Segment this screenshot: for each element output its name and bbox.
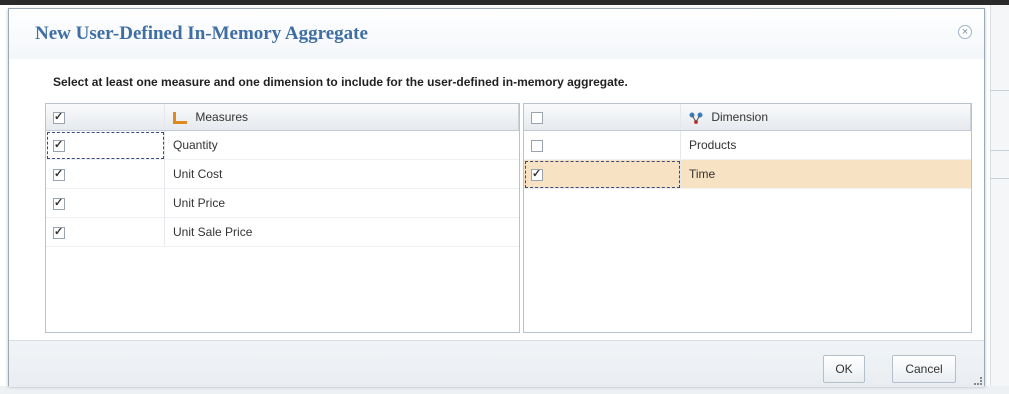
measure-checkbox[interactable] xyxy=(53,138,65,152)
dimension-icon xyxy=(689,112,703,124)
measures-select-all-checkbox[interactable] xyxy=(53,110,65,124)
dimension-label: Products xyxy=(689,138,737,152)
dimensions-table: Dimension Products Time xyxy=(524,104,971,189)
measure-row[interactable]: Unit Cost xyxy=(46,159,519,189)
measure-label-cell[interactable]: Quantity xyxy=(164,130,519,160)
measure-label: Unit Cost xyxy=(173,167,223,181)
measure-row[interactable]: Unit Sale Price xyxy=(46,217,519,247)
measure-checkbox-cell[interactable] xyxy=(46,188,165,218)
background-top-bar xyxy=(0,0,1009,5)
ok-button[interactable]: OK xyxy=(823,355,865,383)
dialog-footer: OK Cancel xyxy=(9,340,984,387)
dialog-title: New User-Defined In-Memory Aggregate xyxy=(35,23,368,44)
measure-label-cell[interactable]: Unit Sale Price xyxy=(164,217,519,247)
cancel-button[interactable]: Cancel xyxy=(892,355,956,383)
measures-header-label: Measures xyxy=(195,110,249,124)
dimension-label: Time xyxy=(689,167,716,181)
measures-icon xyxy=(173,111,187,124)
dimension-label-cell[interactable]: Products xyxy=(680,130,971,160)
dimensions-panel: Dimension Products Time xyxy=(523,103,972,333)
dimension-row[interactable]: Products xyxy=(524,130,971,160)
aggregate-dialog: New User-Defined In-Memory Aggregate × S… xyxy=(8,8,985,387)
measure-label: Quantity xyxy=(173,138,218,152)
measure-checkbox[interactable] xyxy=(53,225,65,239)
dimension-label-cell[interactable]: Time xyxy=(680,159,971,189)
measure-checkbox[interactable] xyxy=(53,167,65,181)
dimensions-select-all-checkbox[interactable] xyxy=(531,111,543,124)
measure-label: Unit Price xyxy=(173,196,226,210)
dimension-checkbox-cell[interactable] xyxy=(524,130,681,160)
dimension-checkbox[interactable] xyxy=(531,167,543,181)
measures-header-row: Measures xyxy=(46,104,519,131)
dimension-checkbox[interactable] xyxy=(531,139,543,152)
measures-column-header[interactable]: Measures xyxy=(164,104,519,131)
dialog-titlebar: New User-Defined In-Memory Aggregate × xyxy=(9,9,984,59)
measure-checkbox-cell[interactable] xyxy=(46,217,165,247)
measure-row[interactable]: Quantity xyxy=(46,130,519,160)
dimension-checkbox-cell[interactable] xyxy=(524,159,681,189)
measure-checkbox-cell[interactable] xyxy=(46,159,165,189)
measure-checkbox[interactable] xyxy=(53,196,65,210)
dimensions-select-all-cell[interactable] xyxy=(524,104,681,131)
measures-panel: Measures Quantity Unit Cost Unit Price xyxy=(45,103,520,333)
background-divider xyxy=(990,90,1009,91)
measure-label-cell[interactable]: Unit Cost xyxy=(164,159,519,189)
measure-checkbox-cell[interactable] xyxy=(46,130,165,160)
measures-table: Measures Quantity Unit Cost Unit Price xyxy=(46,104,519,247)
dimensions-column-header[interactable]: Dimension xyxy=(680,104,971,131)
measure-row[interactable]: Unit Price xyxy=(46,188,519,218)
measure-label: Unit Sale Price xyxy=(173,225,253,239)
measure-label-cell[interactable]: Unit Price xyxy=(164,188,519,218)
background-divider xyxy=(990,178,1009,179)
close-icon[interactable]: × xyxy=(958,25,972,39)
background-divider xyxy=(990,150,1009,151)
background-bottom-bar xyxy=(0,386,1009,394)
resize-grip-icon[interactable] xyxy=(974,377,982,385)
dimension-row-selected[interactable]: Time xyxy=(524,159,971,189)
dimensions-header-label: Dimension xyxy=(711,110,769,124)
instruction-text: Select at least one measure and one dime… xyxy=(53,75,628,89)
dimensions-header-row: Dimension xyxy=(524,104,971,131)
background-app-edge xyxy=(990,5,1009,394)
measures-select-all-cell[interactable] xyxy=(46,104,165,131)
